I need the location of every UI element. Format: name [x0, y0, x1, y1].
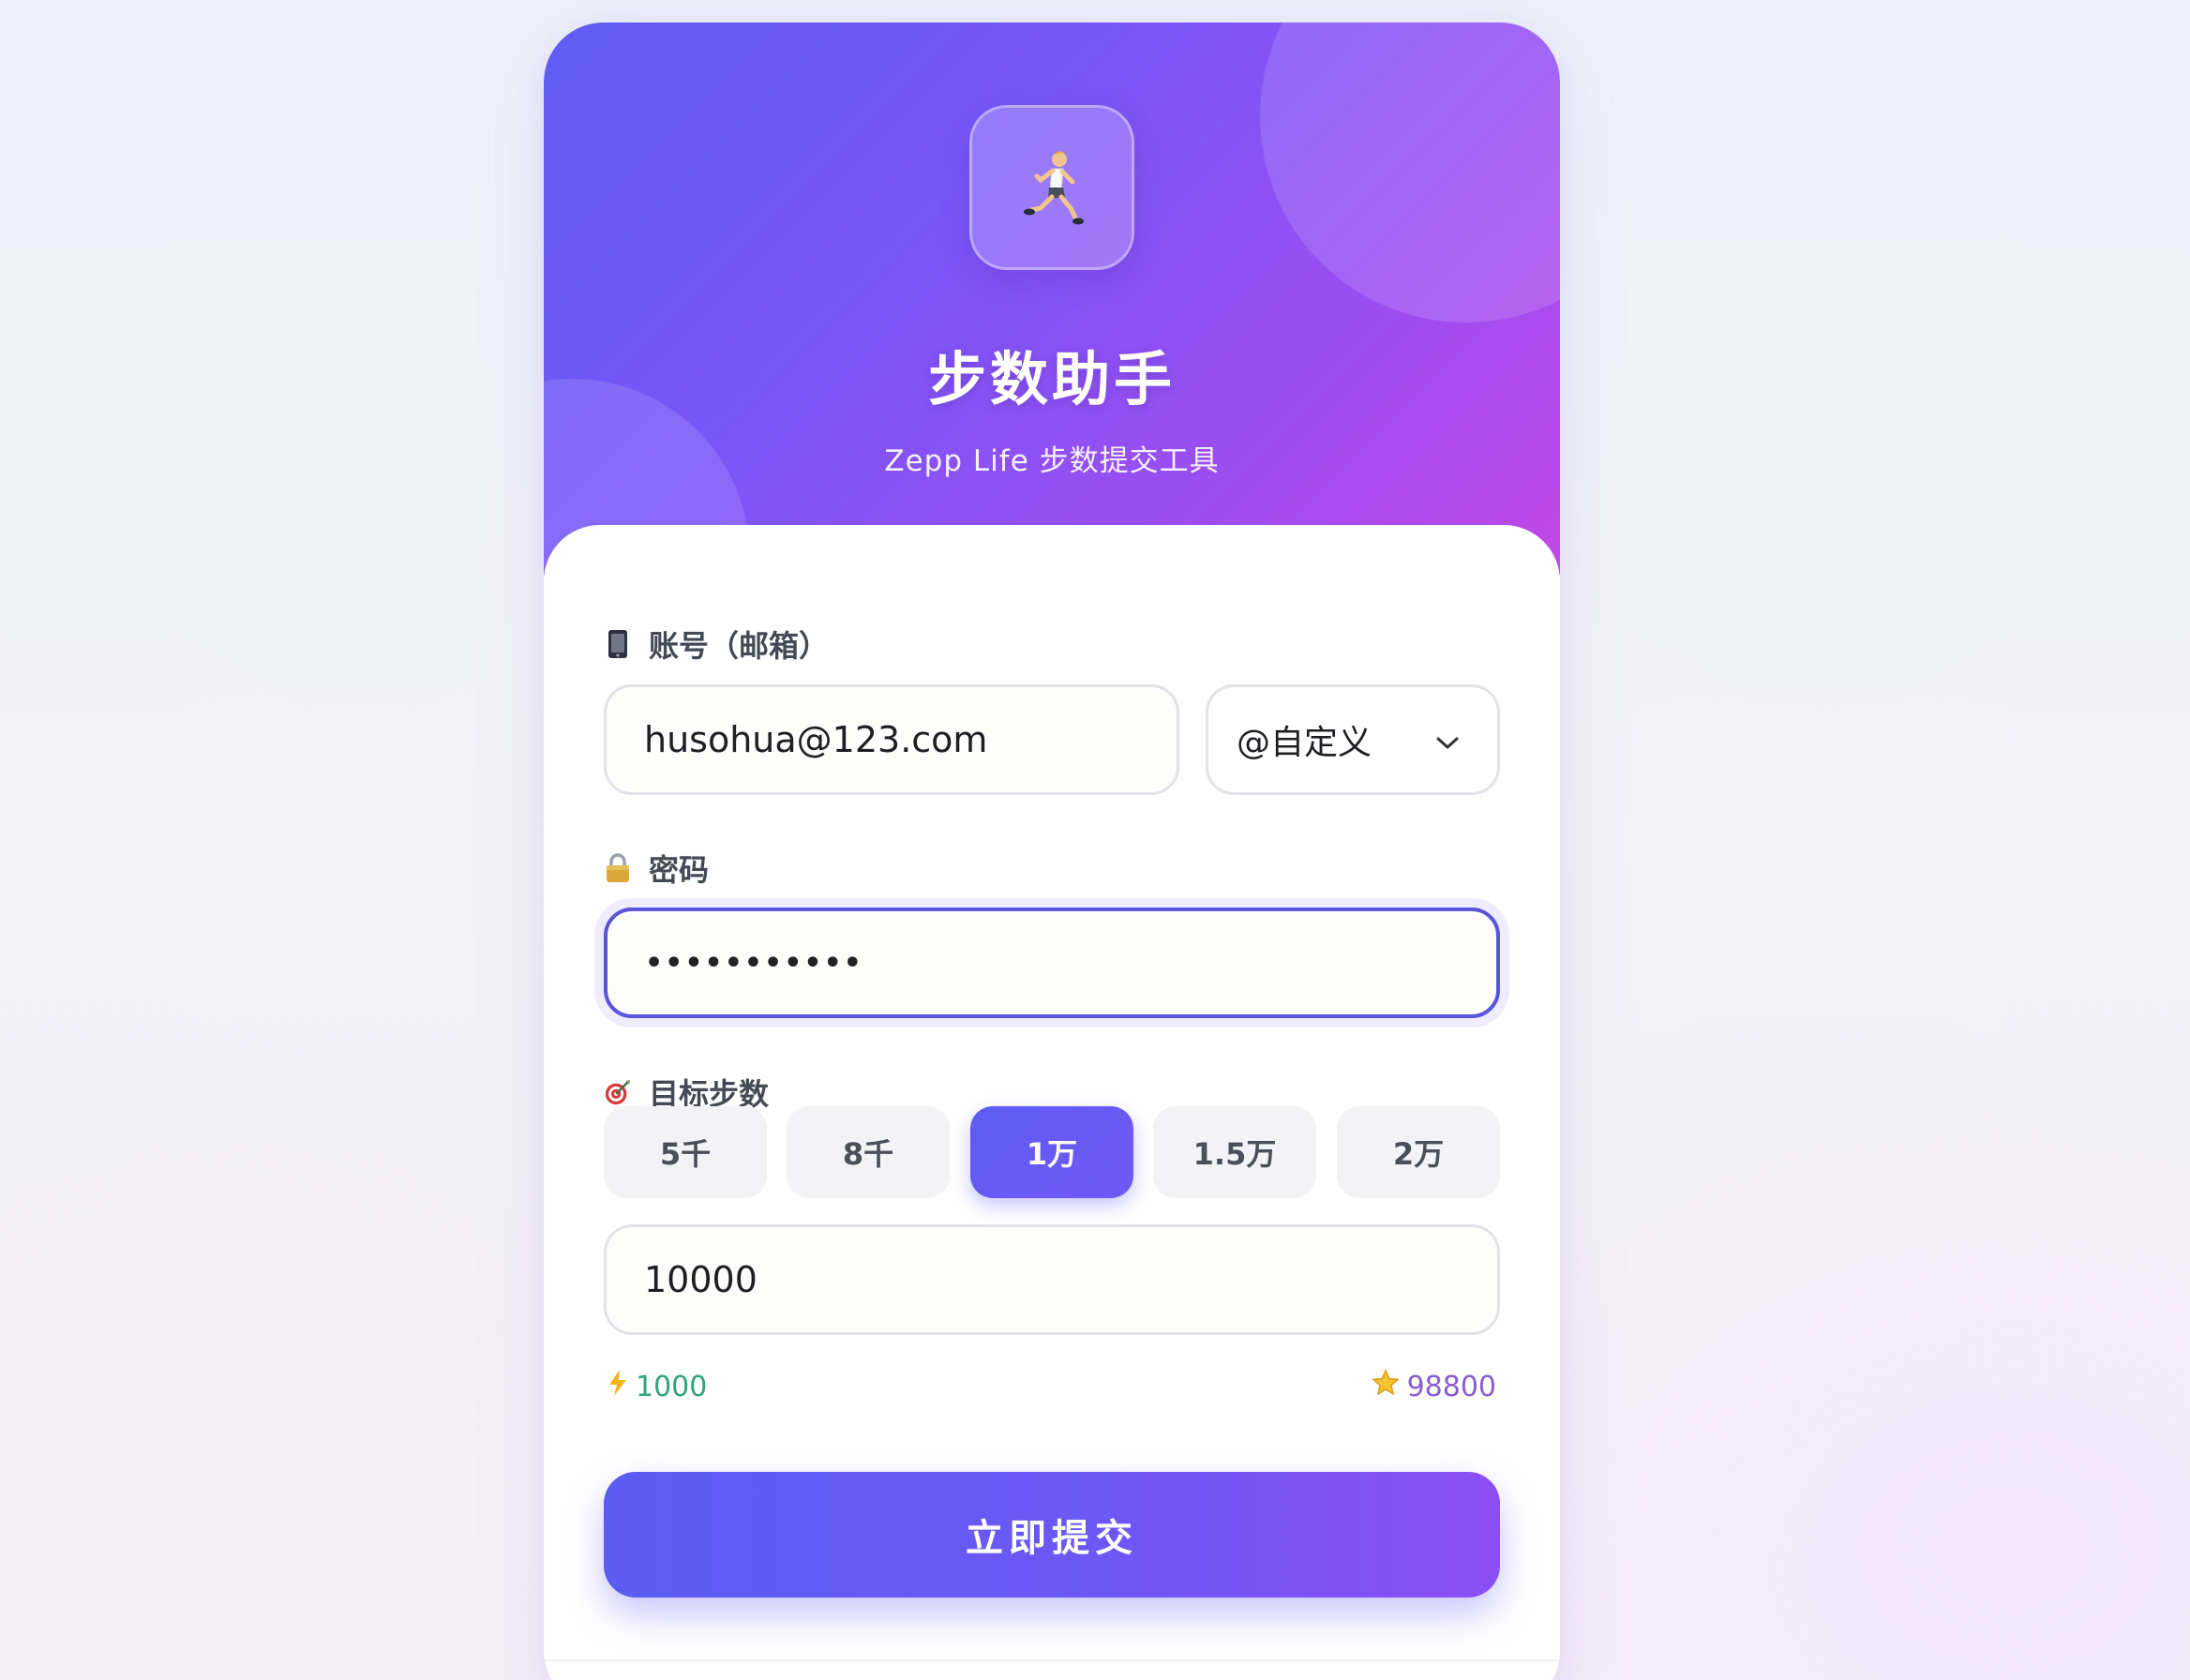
star-icon: [1371, 1369, 1400, 1404]
max-steps-hint: 98800: [1371, 1369, 1496, 1404]
lightning-icon: [608, 1369, 628, 1404]
app-logo: [969, 105, 1134, 270]
submit-button[interactable]: 立即提交: [604, 1472, 1500, 1598]
steps-input-value: 10000: [644, 1259, 758, 1300]
app-title: 步数助手: [927, 345, 1176, 413]
domain-select[interactable]: @自定义: [1206, 684, 1500, 795]
max-steps-value: 98800: [1406, 1370, 1496, 1403]
chevron-down-icon: [1435, 721, 1460, 759]
preset-20k-button[interactable]: 2万: [1337, 1106, 1500, 1198]
account-input[interactable]: husohua@123.com: [604, 684, 1179, 795]
preset-5k-button[interactable]: 5千: [604, 1106, 767, 1198]
min-steps-hint: 1000: [608, 1369, 707, 1404]
account-input-value: husohua@123.com: [644, 719, 988, 760]
password-input-value: •••••••••••: [645, 946, 863, 980]
header-banner: 步数助手 Zepp Life 步数提交工具: [544, 22, 1560, 576]
preset-8k-button[interactable]: 8千: [787, 1106, 950, 1198]
divider: [544, 1659, 1560, 1661]
target-icon: [604, 1077, 632, 1107]
decor-circle: [1260, 22, 1560, 322]
password-label: 密码: [604, 847, 709, 890]
password-label-text: 密码: [649, 852, 710, 888]
account-label-text: 账号（邮箱）: [649, 628, 830, 664]
form-card: 步数助手 Zepp Life 步数提交工具 账号（邮箱） husohua@123…: [544, 22, 1560, 1680]
preset-15k-button[interactable]: 1.5万: [1153, 1106, 1316, 1198]
min-steps-value: 1000: [636, 1370, 708, 1403]
runner-icon: [1024, 151, 1084, 225]
lock-icon: [604, 853, 632, 883]
steps-input[interactable]: 10000: [604, 1224, 1500, 1335]
domain-select-value: @自定义: [1237, 724, 1372, 762]
password-input[interactable]: •••••••••••: [604, 908, 1500, 1018]
phone-icon: [604, 629, 632, 659]
app-subtitle: Zepp Life 步数提交工具: [884, 444, 1220, 478]
preset-10k-button[interactable]: 1万: [970, 1106, 1133, 1198]
account-label: 账号（邮箱）: [604, 622, 829, 666]
